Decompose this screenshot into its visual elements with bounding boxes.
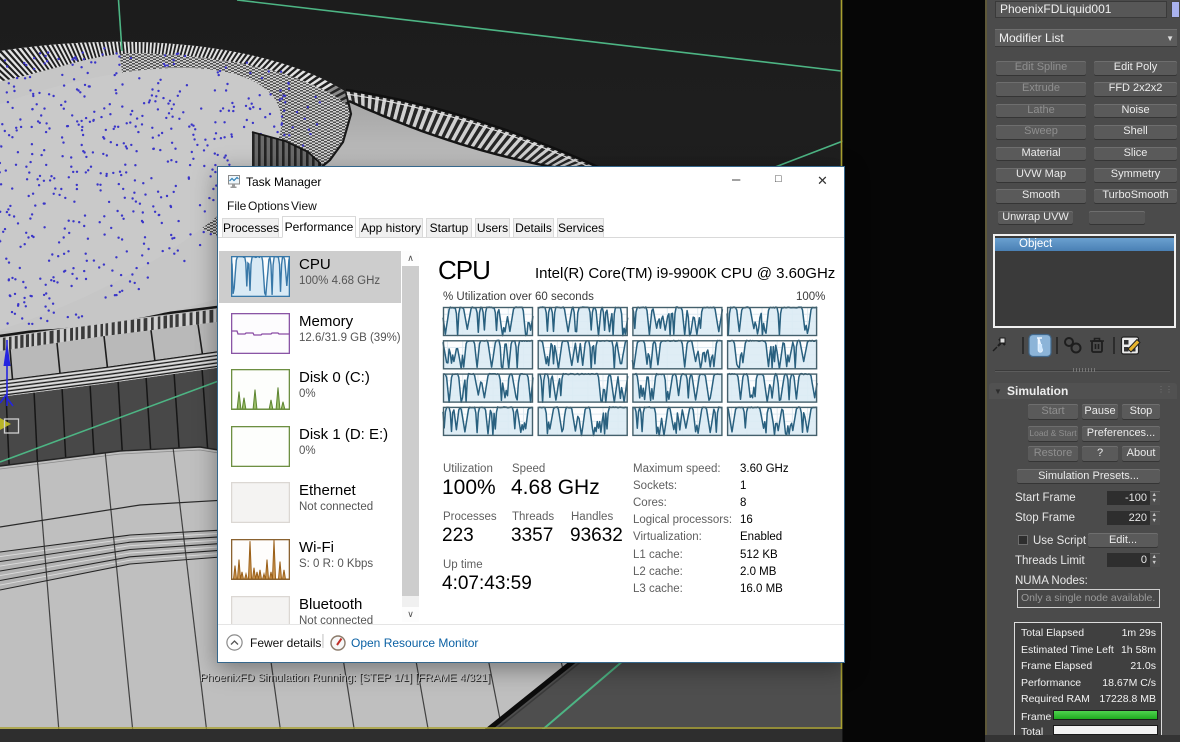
svg-text:PhoenixFD Simulation Running:: PhoenixFD Simulation Running: [STEP 1/1]…	[200, 672, 490, 684]
